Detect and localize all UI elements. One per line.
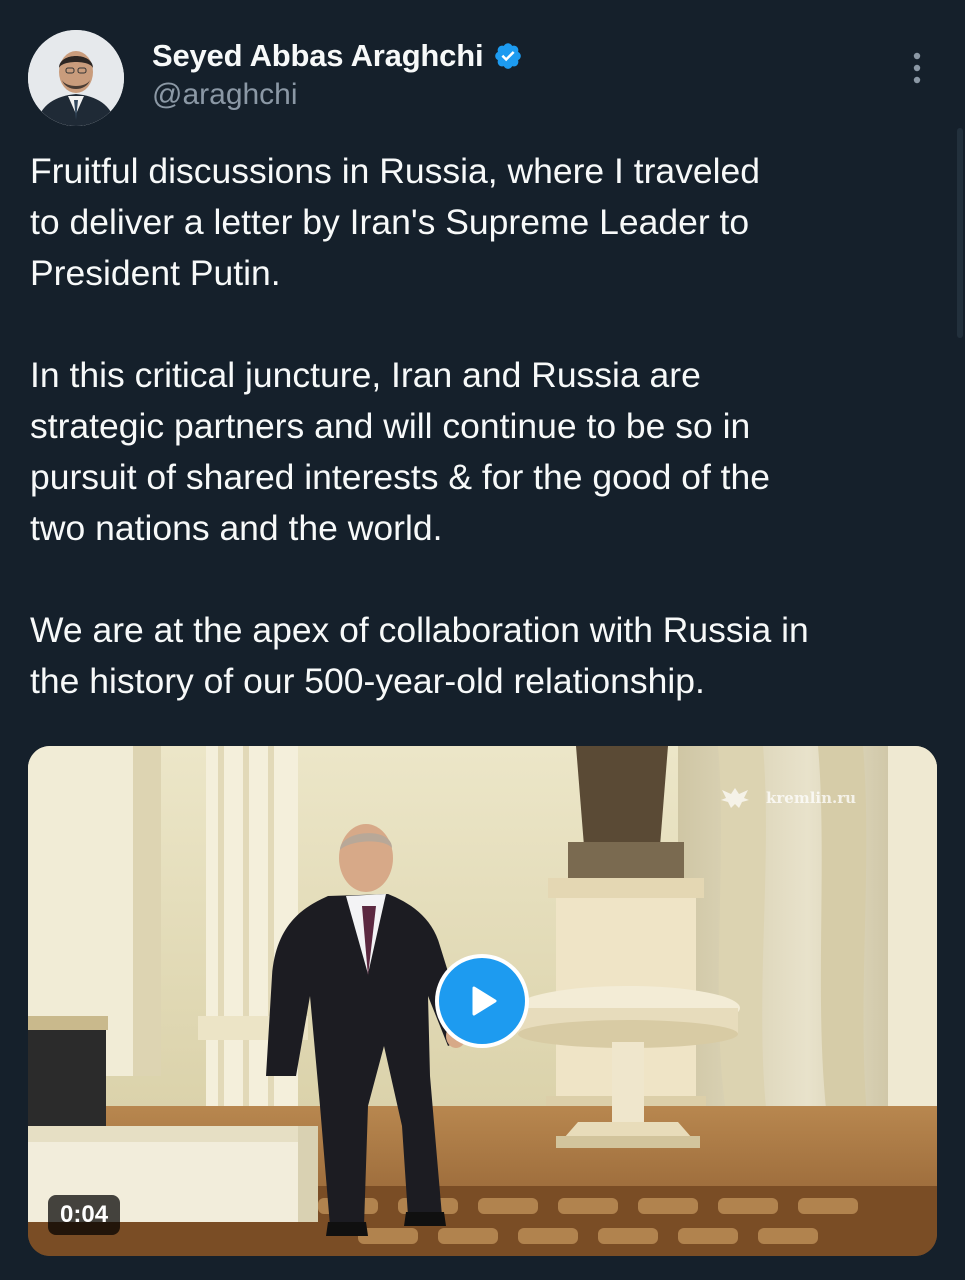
author-block[interactable]: Seyed Abbas Araghchi @araghchi (152, 36, 523, 112)
play-button[interactable] (435, 954, 529, 1048)
avatar-photo (28, 30, 124, 126)
tweet-paragraph: In this critical juncture, Iran and Russ… (30, 355, 771, 548)
eagle-emblem-icon (721, 788, 749, 808)
author-handle[interactable]: @araghchi (152, 78, 523, 112)
author-display-name[interactable]: Seyed Abbas Araghchi (152, 38, 484, 74)
watermark-text: kremlin.ru (766, 789, 857, 807)
video-player[interactable]: kremlin.ru 0:04 (28, 746, 937, 1256)
tweet-card: Seyed Abbas Araghchi @araghchi Fruitful … (0, 0, 965, 1280)
verified-badge-icon (493, 41, 523, 71)
video-watermark: kremlin.ru (718, 784, 856, 812)
video-duration-badge: 0:04 (48, 1195, 121, 1235)
tweet-paragraph: Fruitful discussions in Russia, where I … (30, 151, 761, 293)
play-icon (472, 986, 497, 1016)
name-row: Seyed Abbas Araghchi (152, 36, 523, 76)
tweet-text: Fruitful discussions in Russia, where I … (30, 146, 930, 758)
tweet-paragraph: We are at the apex of collaboration with… (30, 610, 809, 701)
more-vertical-icon[interactable] (902, 50, 932, 86)
scrollbar[interactable] (957, 128, 963, 338)
avatar[interactable] (28, 30, 124, 126)
